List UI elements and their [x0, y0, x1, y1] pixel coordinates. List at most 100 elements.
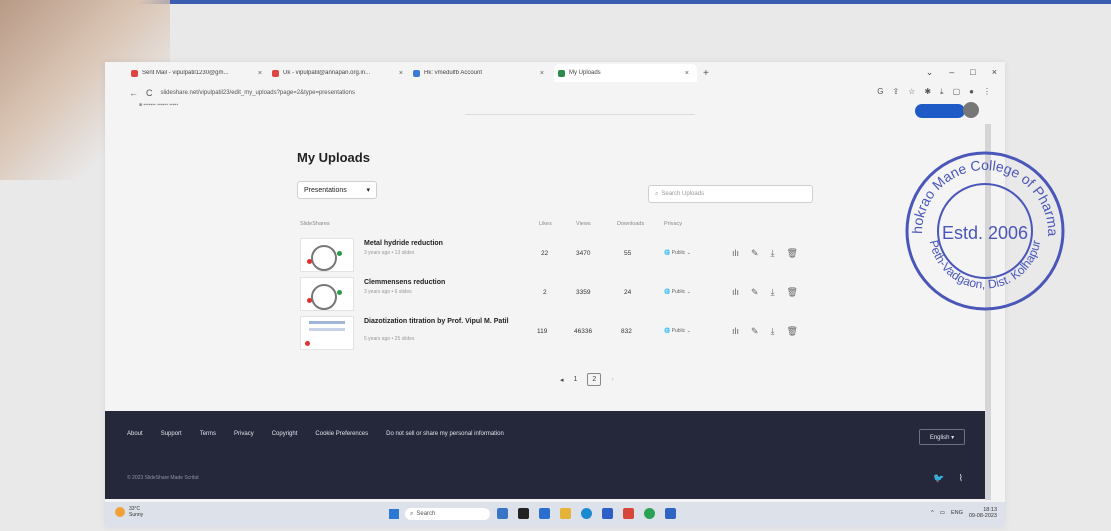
edit-icon[interactable]: ✎ — [751, 287, 759, 298]
analytics-icon[interactable]: ılı — [732, 326, 739, 337]
views-count: 3359 — [576, 289, 591, 296]
windows-start-icon[interactable] — [389, 509, 399, 519]
star-icon[interactable]: ☆ — [908, 87, 915, 97]
profile-icon[interactable]: ● — [969, 87, 974, 97]
current-page[interactable]: 2 — [587, 373, 602, 386]
column-header-name: SlideShares — [300, 221, 330, 227]
chevron-down-icon[interactable]: ⌄ — [926, 67, 934, 78]
views-count: 46336 — [574, 328, 593, 335]
tab-mail-2[interactable]: Uk - vipulpatil@annapan.org.in... × — [272, 69, 407, 77]
close-icon[interactable]: × — [399, 70, 403, 77]
download-icon[interactable]: ⤓ — [771, 248, 775, 259]
delete-icon[interactable]: 🗑 — [787, 287, 798, 298]
analytics-icon[interactable]: ılı — [732, 248, 739, 259]
download-icon[interactable]: ⤓ — [940, 87, 944, 97]
prev-page-button[interactable]: ◂ — [560, 376, 564, 384]
footer-link-privacy[interactable]: Privacy — [234, 431, 254, 437]
footer-link-support[interactable]: Support — [161, 431, 182, 437]
download-icon[interactable]: ⤓ — [771, 326, 775, 337]
url-field[interactable]: slideshare.net/vipulpatil23/edit_my_uplo… — [161, 90, 355, 96]
footer-link-do-not-sell[interactable]: Do not sell or share my personal informa… — [386, 431, 504, 437]
app-icon[interactable] — [518, 508, 529, 519]
social-links: 🐦 ⌇ — [933, 473, 963, 484]
column-header-privacy: Privacy — [664, 221, 683, 227]
page-1-link[interactable]: 1 — [574, 376, 578, 383]
edge-icon[interactable] — [581, 508, 592, 519]
search-uploads-input[interactable]: ⌕ Search Uploads — [648, 185, 813, 203]
weather-widget[interactable]: 33°C Sunny — [115, 506, 143, 518]
footer-link-cookies[interactable]: Cookie Preferences — [315, 431, 368, 437]
edit-icon[interactable]: ✎ — [751, 248, 759, 259]
app-icon[interactable] — [497, 508, 508, 519]
delete-icon[interactable]: 🗑 — [787, 248, 798, 259]
tab-sent-mail[interactable]: Sent Mail - vipulpatil1230@gm... × — [131, 69, 266, 77]
app-icon[interactable] — [539, 508, 550, 519]
browser-tab-bar: Sent Mail - vipulpatil1230@gm... × Uk - v… — [105, 62, 1005, 84]
page-title: My Uploads — [297, 150, 370, 165]
language-select[interactable]: English ▾ — [919, 429, 965, 445]
slide-meta: 3 years ago • 6 slides — [364, 289, 412, 295]
analytics-icon[interactable]: ılı — [732, 287, 739, 298]
slide-title[interactable]: Clemmensens reduction — [364, 279, 514, 287]
tab-label: Uk - vipulpatil@annapan.org.in... — [283, 70, 371, 76]
gmail-icon — [272, 69, 279, 77]
maximize-icon[interactable]: □ — [970, 67, 975, 78]
close-window-icon[interactable]: × — [992, 67, 997, 78]
delete-icon[interactable]: 🗑 — [787, 326, 798, 337]
site-search-input[interactable] — [465, 104, 695, 115]
pagination: ◂ 1 2 › — [560, 373, 614, 386]
footer-link-copyright[interactable]: Copyright — [272, 431, 298, 437]
extensions-icon[interactable]: ✱ — [924, 87, 931, 97]
twitter-icon[interactable]: 🐦 — [933, 473, 944, 484]
column-header-downloads[interactable]: Downloads — [617, 221, 644, 227]
tab-account[interactable]: Hk: vmedulfb Account × — [413, 69, 548, 77]
column-header-likes[interactable]: Likes — [539, 221, 552, 227]
folder-icon[interactable] — [560, 508, 571, 519]
menu-icon[interactable]: ⋮ — [983, 87, 991, 97]
footer-link-about[interactable]: About — [127, 431, 143, 437]
clock[interactable]: 18:13 09-08-2023 — [969, 507, 997, 519]
new-tab-icon[interactable]: + — [703, 68, 709, 79]
privacy-select[interactable]: 🌐 Public ⌄ — [664, 328, 691, 334]
app-icon[interactable] — [623, 508, 634, 519]
network-icon[interactable]: ▭ — [940, 510, 945, 516]
slide-thumbnail[interactable] — [300, 277, 354, 311]
language-indicator[interactable]: ENG — [951, 510, 963, 516]
taskbar-search-label: Search — [416, 511, 436, 517]
share-icon[interactable]: ⇪ — [892, 87, 899, 97]
thumbnail-graphic — [309, 328, 345, 331]
taskbar-search[interactable]: ⌕ Search — [405, 508, 490, 520]
slide-thumbnail[interactable] — [300, 238, 354, 272]
filter-value: Presentations — [304, 186, 347, 194]
slide-thumbnail[interactable] — [300, 316, 354, 350]
tab-my-uploads[interactable]: My Uploads × — [554, 64, 697, 82]
download-icon[interactable]: ⤓ — [771, 287, 775, 298]
google-icon[interactable]: G — [877, 87, 883, 97]
back-icon[interactable]: ← — [129, 88, 138, 98]
rss-icon[interactable]: ⌇ — [959, 473, 963, 484]
type-filter-select[interactable]: Presentations ▾ — [297, 181, 377, 199]
column-header-views[interactable]: Views — [576, 221, 591, 227]
chevron-up-icon[interactable]: ^ — [931, 510, 934, 516]
sidepanel-icon[interactable]: ▢ — [953, 87, 961, 97]
thumbnail-dot — [305, 341, 310, 346]
upload-button[interactable] — [915, 104, 965, 118]
minimize-icon[interactable]: – — [949, 67, 954, 78]
downloads-count: 55 — [624, 250, 632, 257]
close-icon[interactable]: × — [540, 70, 544, 77]
slide-title[interactable]: Metal hydride reduction — [364, 240, 514, 248]
edit-icon[interactable]: ✎ — [751, 326, 759, 337]
next-page-button[interactable]: › — [611, 376, 613, 383]
privacy-select[interactable]: 🌐 Public ⌄ — [664, 250, 691, 256]
privacy-select[interactable]: 🌐 Public ⌄ — [664, 289, 691, 295]
app-icon[interactable] — [602, 508, 613, 519]
thumbnail-graphic — [311, 284, 337, 310]
close-icon[interactable]: × — [258, 70, 262, 77]
close-icon[interactable]: × — [685, 70, 689, 77]
app-icon[interactable] — [665, 508, 676, 519]
chrome-icon[interactable] — [644, 508, 655, 519]
footer-link-terms[interactable]: Terms — [200, 431, 216, 437]
avatar[interactable] — [963, 102, 979, 118]
reload-icon[interactable]: C — [146, 88, 153, 98]
slide-title[interactable]: Diazotization titration by Prof. Vipul M… — [364, 318, 514, 326]
